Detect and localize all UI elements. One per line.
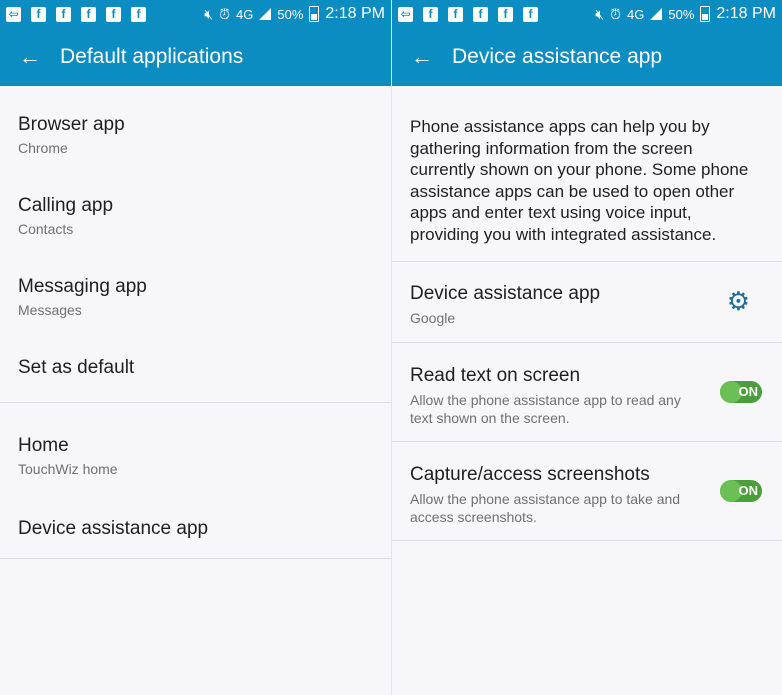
list-item-home[interactable]: Home TouchWiz home: [0, 403, 391, 486]
app-toolbar: ← Device assistance app: [392, 28, 782, 86]
list-item-subtitle: Allow the phone assistance app to read a…: [410, 392, 681, 426]
toggle-state-label: ON: [738, 483, 759, 498]
status-right: 🔇︎ ⏰︎ 4G 50% 2:18 PM: [595, 5, 776, 23]
device-assistance-app-row[interactable]: Device assistance app Google ⚙: [392, 262, 782, 342]
list-item-subtitle: Google: [410, 310, 456, 326]
list-item-subtitle: TouchWiz home: [18, 461, 118, 477]
status-right: 🔇︎ ⏰︎ 4G 50% 2:18 PM: [204, 5, 385, 23]
facebook-icon: f: [131, 6, 146, 22]
list-item-title: Set as default: [18, 357, 135, 378]
list-item-subtitle: Chrome: [18, 140, 68, 156]
list-item-set-as-default[interactable]: Set as default: [0, 329, 391, 402]
read-text-toggle[interactable]: ON: [720, 381, 762, 403]
notification-icons: ⇦ f f f f f: [398, 6, 538, 22]
network-label: 4G: [236, 6, 254, 22]
list-item-calling-app[interactable]: Calling app Contacts: [0, 167, 391, 248]
back-arrow-icon[interactable]: ←: [0, 44, 60, 70]
message-icon: ⇦: [398, 6, 413, 22]
facebook-icon: f: [448, 6, 463, 22]
list-item-messaging-app[interactable]: Messaging app Messages: [0, 248, 391, 329]
status-bar: ⇦ f f f f f 🔇︎ ⏰︎ 4G 50% 2:18 PM: [392, 0, 782, 28]
list-item-subtitle: Contacts: [18, 221, 74, 237]
description-text: Phone assistance apps can help you by ga…: [410, 117, 749, 244]
settings-list: Browser app Chrome Calling app Contacts …: [0, 86, 391, 559]
facebook-icon: f: [498, 6, 513, 22]
toggle-state-label: ON: [738, 384, 759, 399]
clock: 2:18 PM: [325, 5, 385, 22]
list-item-title: Calling app: [18, 195, 114, 216]
divider: [392, 540, 782, 541]
status-bar: ⇦ f f f f f 🔇︎ ⏰︎ 4G 50% 2:18 PM: [0, 0, 391, 28]
mute-icon: 🔇︎: [204, 5, 214, 22]
facebook-icon: f: [81, 6, 96, 22]
mute-icon: 🔇︎: [595, 5, 605, 22]
list-item-subtitle: Allow the phone assistance app to take a…: [410, 491, 681, 525]
read-text-on-screen-row[interactable]: Read text on screen Allow the phone assi…: [392, 343, 782, 441]
battery-percent: 50%: [277, 6, 304, 22]
notification-icons: ⇦ f f f f f: [6, 6, 146, 22]
network-label: 4G: [627, 6, 645, 22]
message-icon: ⇦: [6, 6, 21, 22]
back-arrow-icon[interactable]: ←: [392, 44, 452, 70]
facebook-icon: f: [106, 6, 121, 22]
default-applications-screen: ⇦ f f f f f 🔇︎ ⏰︎ 4G 50% 2:18 PM ← Defau…: [0, 0, 391, 695]
list-item-browser-app[interactable]: Browser app Chrome: [0, 86, 391, 167]
capture-screenshots-row[interactable]: Capture/access screenshots Allow the pho…: [392, 442, 782, 540]
signal-icon: [259, 8, 272, 20]
list-item-title: Read text on screen: [410, 365, 581, 386]
list-item-title: Device assistance app: [18, 518, 209, 539]
page-title: Default applications: [60, 45, 244, 68]
app-toolbar: ← Default applications: [0, 28, 391, 86]
list-item-title: Messaging app: [18, 276, 147, 297]
facebook-icon: f: [473, 6, 488, 22]
page-title: Device assistance app: [452, 45, 663, 68]
list-item-title: Device assistance app: [410, 283, 601, 304]
alarm-icon: ⏰︎: [219, 5, 231, 22]
facebook-icon: f: [523, 6, 538, 22]
list-item-title: Home: [18, 435, 69, 456]
battery-icon: [700, 6, 711, 22]
battery-percent: 50%: [668, 6, 695, 22]
list-item-title: Browser app: [18, 114, 125, 135]
battery-icon: [309, 6, 320, 22]
signal-icon: [650, 8, 663, 20]
gear-icon[interactable]: ⚙: [727, 286, 750, 317]
facebook-icon: f: [56, 6, 71, 22]
facebook-icon: f: [423, 6, 438, 22]
clock: 2:18 PM: [716, 5, 776, 22]
capture-screenshots-toggle[interactable]: ON: [720, 480, 762, 502]
assistance-settings: Phone assistance apps can help you by ga…: [392, 86, 782, 541]
facebook-icon: f: [31, 6, 46, 22]
list-item-device-assistance-app[interactable]: Device assistance app: [0, 486, 391, 558]
device-assistance-app-screen: ⇦ f f f f f 🔇︎ ⏰︎ 4G 50% 2:18 PM ← Devic…: [391, 0, 782, 695]
list-item-title: Capture/access screenshots: [410, 464, 650, 485]
alarm-icon: ⏰︎: [610, 5, 622, 22]
list-item-subtitle: Messages: [18, 302, 82, 318]
divider: [0, 558, 391, 559]
